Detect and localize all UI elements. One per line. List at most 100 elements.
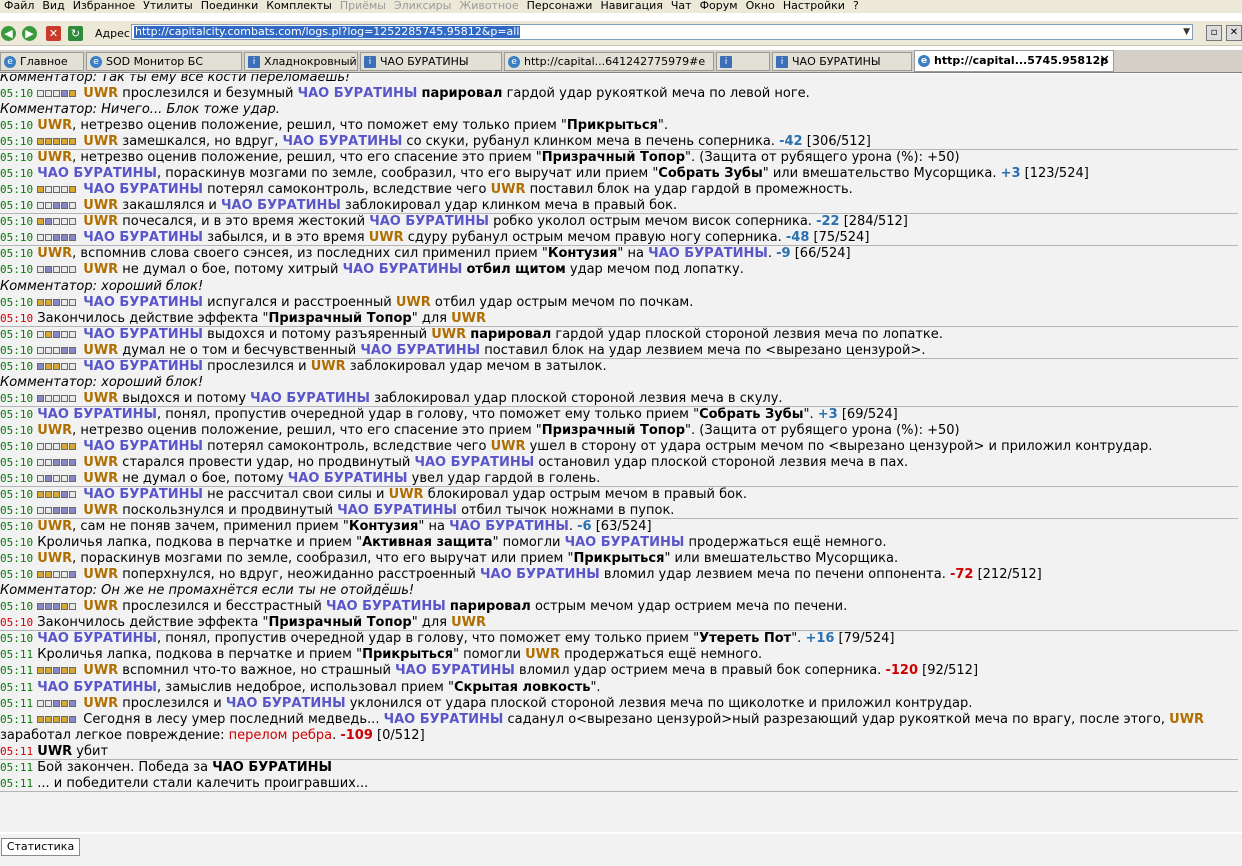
menu-item[interactable]: ?	[849, 0, 863, 12]
back-icon[interactable]: ◀	[1, 26, 16, 41]
log-text: думал не о том и бесчувственный	[118, 342, 361, 358]
player-name[interactable]: ЧАО БУРАТИНЫ	[449, 519, 569, 534]
tab-chao-buratiny-1[interactable]: i ЧАО БУРАТИНЫ	[360, 52, 502, 71]
menu-item[interactable]: Эликсиры	[390, 0, 455, 12]
menu-item[interactable]: Настройки	[779, 0, 849, 12]
refresh-icon[interactable]: ↻	[68, 26, 83, 41]
tab-close-icon[interactable]: ✕	[1099, 51, 1110, 71]
menu-item[interactable]: Форум	[696, 0, 742, 12]
player-name[interactable]: ЧАО БУРАТИНЫ	[360, 343, 480, 358]
player-name[interactable]: UWR	[451, 311, 486, 326]
player-name[interactable]: UWR	[396, 295, 431, 310]
player-name[interactable]: ЧАО БУРАТИНЫ	[37, 166, 157, 181]
menu-item[interactable]: Персонажи	[523, 0, 597, 12]
menu-item[interactable]: Чат	[667, 0, 696, 12]
player-name[interactable]: ЧАО БУРАТИНЫ	[83, 182, 203, 197]
player-name[interactable]: ЧАО БУРАТИНЫ	[83, 359, 203, 374]
menu-item[interactable]: Утилиты	[139, 0, 197, 12]
player-name[interactable]: UWR	[1169, 712, 1204, 727]
menu-item[interactable]: Поединки	[197, 0, 263, 12]
tab-blank[interactable]: i	[716, 52, 770, 71]
tab-capital-log[interactable]: e http://capital...641242775979#e	[504, 52, 714, 71]
menu-item[interactable]: Избранное	[69, 0, 139, 12]
stop-icon[interactable]: ✕	[46, 26, 61, 41]
window-restore-icon[interactable]: ▫	[1206, 25, 1222, 41]
player-name[interactable]: ЧАО БУРАТИНЫ	[37, 407, 157, 422]
player-name[interactable]: ЧАО БУРАТИНЫ	[369, 214, 489, 229]
player-name[interactable]: ЧАО БУРАТИНЫ	[221, 198, 341, 213]
player-name[interactable]: UWR	[83, 198, 118, 213]
player-name[interactable]: UWR	[491, 439, 526, 454]
player-name[interactable]: UWR	[37, 246, 72, 261]
window-close-icon[interactable]: ✕	[1226, 25, 1242, 41]
player-name[interactable]: UWR	[37, 519, 72, 534]
log-time: 05:10	[0, 327, 34, 341]
player-name[interactable]: UWR	[83, 503, 118, 518]
player-name[interactable]: UWR	[37, 423, 72, 438]
player-name[interactable]: ЧАО БУРАТИНЫ	[226, 696, 346, 711]
player-name[interactable]: UWR	[83, 86, 118, 101]
player-name[interactable]: UWR	[369, 230, 404, 245]
player-name[interactable]: ЧАО БУРАТИНЫ	[83, 439, 203, 454]
hit-zones-icon	[37, 182, 77, 197]
player-name[interactable]: UWR	[83, 599, 118, 614]
player-name[interactable]: ЧАО БУРАТИНЫ	[37, 680, 157, 695]
player-name[interactable]: UWR	[311, 359, 346, 374]
player-name[interactable]: UWR	[37, 551, 72, 566]
player-name[interactable]: ЧАО БУРАТИНЫ	[343, 262, 463, 277]
player-name[interactable]: UWR	[83, 455, 118, 470]
address-input[interactable]: http://capitalcity.combats.com/logs.pl?l…	[131, 24, 1193, 40]
player-name[interactable]: ЧАО БУРАТИНЫ	[83, 487, 203, 502]
menu-item[interactable]: Навигация	[596, 0, 666, 12]
player-name[interactable]: ЧАО БУРАТИНЫ	[83, 295, 203, 310]
tab-cold-blooded[interactable]: i Хладнокровный	[244, 52, 358, 71]
zone-box	[61, 186, 69, 194]
player-name[interactable]: ЧАО БУРАТИНЫ	[414, 455, 534, 470]
player-name[interactable]: UWR	[83, 391, 118, 406]
player-name[interactable]: ЧАО БУРАТИНЫ	[250, 391, 370, 406]
player-name[interactable]: ЧАО БУРАТИНЫ	[326, 599, 446, 614]
menu-item[interactable]: Приёмы	[336, 0, 390, 12]
player-name[interactable]: ЧАО БУРАТИНЫ	[648, 246, 768, 261]
forward-icon[interactable]: ▶	[22, 26, 37, 41]
player-name[interactable]: UWR	[83, 343, 118, 358]
tab-main[interactable]: e Главное	[0, 52, 84, 71]
player-name[interactable]: UWR	[431, 327, 466, 342]
player-name[interactable]: ЧАО БУРАТИНЫ	[298, 86, 418, 101]
menu-item[interactable]: Окно	[742, 0, 779, 12]
player-name[interactable]: ЧАО БУРАТИНЫ	[384, 712, 504, 727]
player-name[interactable]: ЧАО БУРАТИНЫ	[37, 631, 157, 646]
player-name[interactable]: UWR	[525, 647, 560, 662]
player-name[interactable]: ЧАО БУРАТИНЫ	[83, 327, 203, 342]
player-name[interactable]: UWR	[37, 150, 72, 165]
player-name[interactable]: ЧАО БУРАТИНЫ	[395, 663, 515, 678]
player-name[interactable]: ЧАО БУРАТИНЫ	[565, 535, 685, 550]
player-name[interactable]: ЧАО БУРАТИНЫ	[83, 230, 203, 245]
player-name[interactable]: UWR	[389, 487, 424, 502]
menu-item[interactable]: Животное	[455, 0, 522, 12]
menu-item[interactable]: Комплекты	[262, 0, 336, 12]
player-name[interactable]: UWR	[83, 567, 118, 582]
page-icon: i	[248, 56, 260, 68]
player-name[interactable]: UWR	[83, 134, 118, 149]
player-name[interactable]: ЧАО БУРАТИНЫ	[288, 471, 408, 486]
tab-sod-monitor[interactable]: e SOD Монитор БС	[86, 52, 242, 71]
menu-item[interactable]: Вид	[38, 0, 68, 12]
player-name[interactable]: UWR	[451, 615, 486, 630]
player-name[interactable]: UWR	[83, 262, 118, 277]
player-name[interactable]: UWR	[491, 182, 526, 197]
address-dropdown-icon[interactable]: ▼	[1183, 25, 1190, 39]
address-url[interactable]: http://capitalcity.combats.com/logs.pl?l…	[134, 26, 521, 38]
player-name[interactable]: ЧАО БУРАТИНЫ	[283, 134, 403, 149]
statistics-button[interactable]: Статистика	[1, 838, 80, 856]
player-name[interactable]: ЧАО БУРАТИНЫ	[480, 567, 600, 582]
player-name[interactable]: UWR	[83, 663, 118, 678]
player-name[interactable]: UWR	[83, 696, 118, 711]
player-name[interactable]: ЧАО БУРАТИНЫ	[337, 503, 457, 518]
menu-item[interactable]: Файл	[0, 0, 38, 12]
player-name[interactable]: UWR	[83, 214, 118, 229]
tab-chao-buratiny-2[interactable]: i ЧАО БУРАТИНЫ	[772, 52, 912, 71]
player-name[interactable]: UWR	[83, 471, 118, 486]
player-name[interactable]: UWR	[37, 118, 72, 133]
tab-active-log[interactable]: e http://capital...5745.95812p ✕	[914, 50, 1114, 72]
